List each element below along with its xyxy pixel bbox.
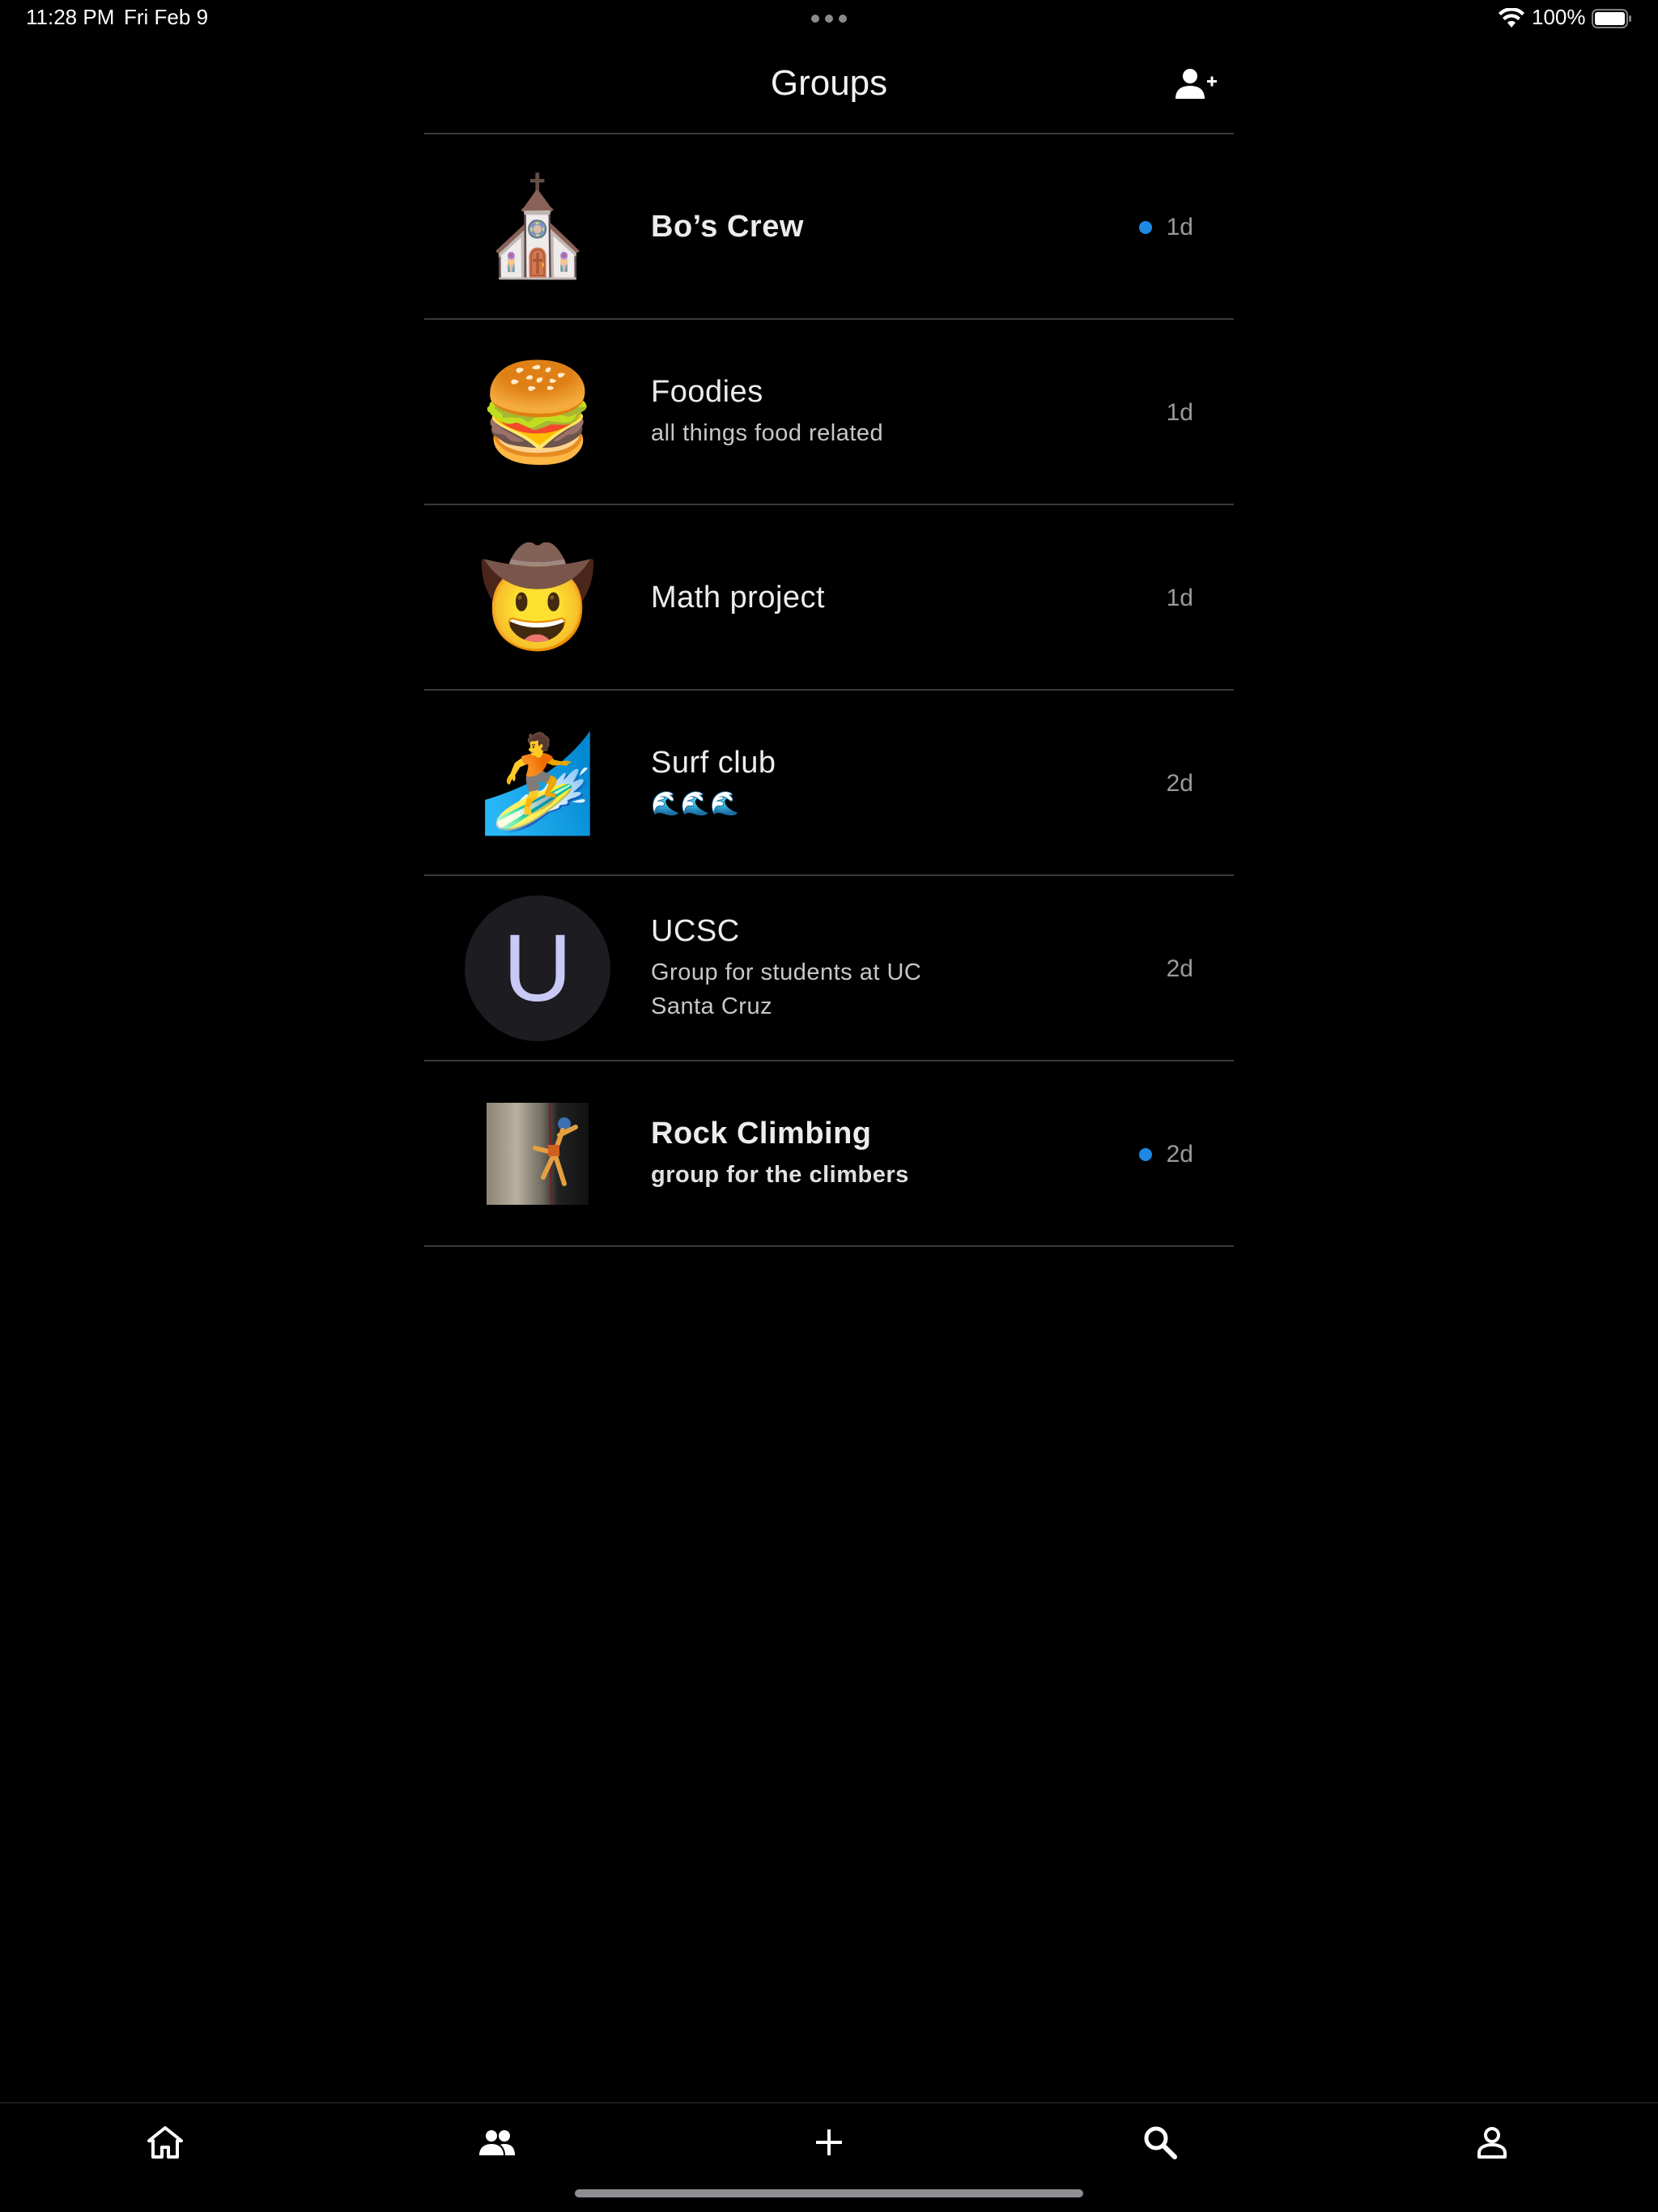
- group-row-rock-climbing[interactable]: Rock Climbing group for the climbers 2d: [424, 1061, 1234, 1247]
- rock-climbing-photo: [465, 1081, 610, 1227]
- tab-groups[interactable]: [465, 2116, 529, 2168]
- group-name: Surf club: [651, 746, 776, 780]
- battery-percentage: 100%: [1532, 5, 1586, 29]
- group-row-bos-crew[interactable]: ⛪ Bo’s Crew 1d: [424, 134, 1234, 320]
- group-row-math-project[interactable]: 🤠 Math project 1d: [424, 505, 1234, 691]
- group-time: 1d: [1166, 584, 1193, 611]
- group-time: 2d: [1166, 1140, 1193, 1168]
- status-date: Fri Feb 9: [124, 5, 209, 29]
- tab-search[interactable]: [1128, 2116, 1192, 2168]
- wifi-icon: [1499, 8, 1524, 28]
- home-indicator[interactable]: [575, 2189, 1083, 2197]
- group-subtitle: all things food related: [651, 420, 884, 446]
- group-row-surf-club[interactable]: 🏄 Surf club 🌊🌊🌊 2d: [424, 691, 1234, 876]
- groups-icon: [479, 2130, 515, 2155]
- home-icon: [147, 2126, 183, 2159]
- group-name: UCSC: [651, 914, 740, 948]
- tab-create[interactable]: [797, 2116, 861, 2168]
- letter-avatar: U: [465, 895, 610, 1041]
- group-name: Rock Climbing: [651, 1117, 872, 1151]
- hamburger-icon: 🍔: [478, 356, 597, 468]
- group-subtitle: group for the climbers: [651, 1162, 909, 1188]
- header: Groups: [424, 52, 1234, 133]
- cowboy-face-icon: 🤠: [478, 542, 597, 653]
- group-name: Bo’s Crew: [651, 210, 804, 244]
- battery-icon: [1592, 9, 1631, 28]
- plus-icon: [816, 2129, 842, 2155]
- status-time: 11:28 PM: [26, 5, 115, 29]
- status-bar: 11:28 PM Fri Feb 9 100%: [0, 0, 1658, 39]
- group-row-ucsc[interactable]: U UCSC Group for students at UC Santa Cr…: [424, 876, 1234, 1061]
- group-time: 1d: [1166, 213, 1193, 240]
- group-subtitle: 🌊🌊🌊: [651, 791, 740, 817]
- group-list: ⛪ Bo’s Crew 1d 🍔 Foodies all things food…: [424, 133, 1234, 1247]
- group-row-foodies[interactable]: 🍔 Foodies all things food related 1d: [424, 320, 1234, 505]
- unread-dot: [1138, 220, 1152, 234]
- multitasking-dots-icon[interactable]: [811, 15, 847, 23]
- group-time: 2d: [1166, 955, 1193, 982]
- page-title: Groups: [770, 63, 888, 103]
- group-name: Math project: [651, 581, 826, 615]
- group-time: 1d: [1166, 398, 1193, 426]
- profile-icon: [1477, 2127, 1507, 2159]
- add-person-icon[interactable]: [1174, 66, 1218, 102]
- tab-home[interactable]: [133, 2116, 198, 2168]
- unread-dot: [1138, 1147, 1152, 1161]
- search-icon: [1144, 2126, 1177, 2159]
- group-subtitle: Group for students at UC Santa Cruz: [651, 959, 922, 1019]
- surfer-icon: 🏄: [478, 727, 597, 839]
- group-time: 2d: [1166, 769, 1193, 797]
- church-icon: ⛪: [478, 171, 597, 283]
- groups-screen: 11:28 PM Fri Feb 9 100% Groups ⛪ Bo’s Cr…: [0, 0, 1658, 2212]
- group-name: Foodies: [651, 375, 763, 409]
- tab-profile[interactable]: [1460, 2116, 1524, 2168]
